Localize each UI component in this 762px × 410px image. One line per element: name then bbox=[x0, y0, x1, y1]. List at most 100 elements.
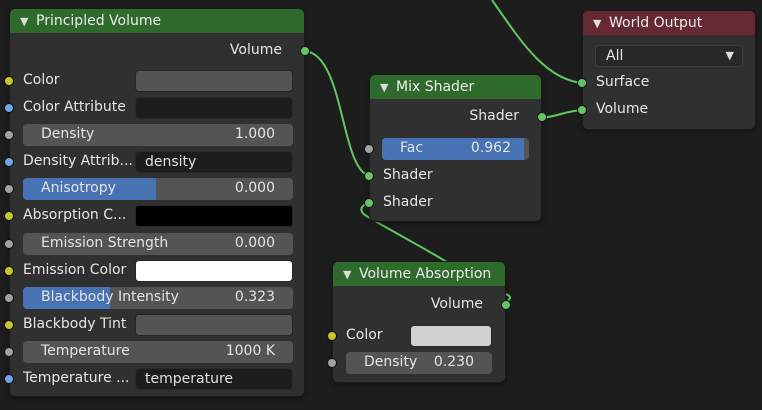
input-shader-1-row: Shader bbox=[364, 165, 541, 187]
blackbody-tint-swatch[interactable] bbox=[135, 314, 293, 336]
emission-color-swatch[interactable] bbox=[135, 260, 293, 282]
color-swatch[interactable] bbox=[135, 70, 293, 92]
output-shader-socket[interactable] bbox=[537, 112, 547, 122]
blackbody-intensity-value: 0.323 bbox=[234, 289, 275, 305]
shader-2-socket[interactable] bbox=[364, 198, 374, 208]
input-color-attribute-row: Color Attribute bbox=[4, 97, 304, 119]
density-socket[interactable] bbox=[327, 358, 337, 368]
blackbody-tint-label: Blackbody Tint bbox=[23, 316, 127, 332]
node-title: Principled Volume bbox=[36, 13, 162, 29]
density-attribute-field[interactable]: density bbox=[135, 151, 293, 173]
principled-volume-node[interactable]: ▼ Principled Volume Volume Color Color A… bbox=[4, 9, 310, 396]
temperature-attribute-socket[interactable] bbox=[4, 374, 14, 384]
shader-2-label: Shader bbox=[383, 194, 433, 210]
output-shader-row: Shader bbox=[370, 106, 547, 128]
fac-slider[interactable]: Fac 0.962 bbox=[382, 138, 529, 160]
density-attribute-label: Density Attrib... bbox=[23, 153, 133, 169]
node-title: World Output bbox=[609, 15, 703, 31]
emission-strength-slider[interactable]: Emission Strength 0.000 bbox=[23, 233, 293, 255]
output-volume-label: Volume bbox=[229, 42, 282, 58]
target-dropdown[interactable]: All ▼ bbox=[595, 45, 743, 67]
mix-shader-header[interactable]: ▼ Mix Shader bbox=[370, 75, 541, 99]
blackbody-tint-socket[interactable] bbox=[4, 320, 14, 330]
world-output-node[interactable]: ▼ World Output All ▼ Surface Volume bbox=[577, 11, 755, 129]
blackbody-intensity-socket[interactable] bbox=[4, 293, 14, 303]
input-color-row: Color bbox=[327, 325, 505, 347]
density-label: Density bbox=[364, 354, 418, 370]
input-density-attribute-row: Density Attrib... density bbox=[4, 151, 304, 173]
input-emission-strength-row: Emission Strength 0.000 bbox=[4, 233, 304, 255]
color-attribute-socket[interactable] bbox=[4, 103, 14, 113]
principled-volume-header[interactable]: ▼ Principled Volume bbox=[10, 9, 304, 33]
input-density-row: Density 1.000 bbox=[4, 124, 304, 146]
output-volume-socket[interactable] bbox=[300, 46, 310, 56]
fac-value: 0.962 bbox=[470, 140, 511, 156]
emission-color-socket[interactable] bbox=[4, 266, 14, 276]
blackbody-intensity-slider[interactable]: Blackbody Intensity 0.323 bbox=[23, 287, 293, 309]
input-blackbody-intensity-row: Blackbody Intensity 0.323 bbox=[4, 287, 304, 309]
collapse-chevron-icon[interactable]: ▼ bbox=[380, 81, 396, 94]
color-attribute-field[interactable] bbox=[135, 97, 293, 119]
temperature-socket[interactable] bbox=[4, 347, 14, 357]
collapse-chevron-icon[interactable]: ▼ bbox=[593, 17, 609, 30]
density-value: 1.000 bbox=[234, 126, 275, 142]
temperature-value: 1000 K bbox=[225, 343, 275, 359]
temperature-attribute-field[interactable]: temperature bbox=[135, 368, 293, 390]
output-shader-label: Shader bbox=[469, 108, 519, 124]
mix-shader-node[interactable]: ▼ Mix Shader Shader Fac 0.962 Shader Sha… bbox=[364, 75, 547, 221]
blackbody-intensity-label: Blackbody Intensity bbox=[41, 289, 179, 305]
density-attribute-socket[interactable] bbox=[4, 157, 14, 167]
input-volume-row: Volume bbox=[577, 99, 755, 121]
fac-socket[interactable] bbox=[364, 144, 374, 154]
output-volume-row: Volume bbox=[10, 40, 310, 62]
temperature-slider[interactable]: Temperature 1000 K bbox=[23, 341, 293, 363]
anisotropy-value: 0.000 bbox=[234, 180, 275, 196]
node-title: Volume Absorption bbox=[359, 266, 492, 282]
density-slider[interactable]: Density 0.230 bbox=[346, 352, 492, 374]
input-fac-row: Fac 0.962 bbox=[364, 138, 541, 160]
link-volume-to-mix-shader bbox=[304, 50, 371, 177]
emission-strength-label: Emission Strength bbox=[41, 235, 169, 251]
volume-absorption-header[interactable]: ▼ Volume Absorption bbox=[333, 262, 505, 286]
color-attribute-label: Color Attribute bbox=[23, 99, 126, 115]
output-volume-label: Volume bbox=[430, 296, 483, 312]
input-emission-color-row: Emission Color bbox=[4, 260, 304, 282]
shader-1-label: Shader bbox=[383, 167, 433, 183]
emission-strength-socket[interactable] bbox=[4, 239, 14, 249]
collapse-chevron-icon[interactable]: ▼ bbox=[343, 268, 359, 281]
shader-1-socket[interactable] bbox=[364, 171, 374, 181]
emission-color-label: Emission Color bbox=[23, 262, 127, 278]
volume-label: Volume bbox=[596, 101, 649, 117]
surface-label: Surface bbox=[596, 74, 650, 90]
density-socket[interactable] bbox=[4, 130, 14, 140]
anisotropy-socket[interactable] bbox=[4, 184, 14, 194]
input-shader-2-row: Shader bbox=[364, 192, 541, 214]
input-temperature-row: Temperature 1000 K bbox=[4, 341, 304, 363]
link-surface-input bbox=[491, 0, 584, 84]
color-label: Color bbox=[23, 72, 60, 88]
absorption-color-swatch[interactable] bbox=[135, 205, 293, 227]
input-absorption-color-row: Absorption C... bbox=[4, 205, 304, 227]
volume-socket[interactable] bbox=[577, 105, 587, 115]
input-density-row: Density 0.230 bbox=[327, 352, 505, 374]
input-color-row: Color bbox=[4, 70, 304, 92]
surface-socket[interactable] bbox=[577, 78, 587, 88]
world-output-header[interactable]: ▼ World Output bbox=[583, 11, 755, 35]
input-blackbody-tint-row: Blackbody Tint bbox=[4, 314, 304, 336]
color-socket[interactable] bbox=[4, 76, 14, 86]
output-volume-row: Volume bbox=[333, 294, 511, 316]
input-temperature-attribute-row: Temperature ... temperature bbox=[4, 368, 304, 390]
density-value: 0.230 bbox=[433, 354, 474, 370]
volume-absorption-node[interactable]: ▼ Volume Absorption Volume Color Density… bbox=[327, 262, 511, 382]
color-swatch[interactable] bbox=[410, 325, 492, 347]
collapse-chevron-icon[interactable]: ▼ bbox=[20, 15, 36, 28]
input-surface-row: Surface bbox=[577, 72, 755, 94]
node-title: Mix Shader bbox=[396, 79, 475, 95]
density-label: Density bbox=[41, 126, 95, 142]
color-socket[interactable] bbox=[327, 331, 337, 341]
absorption-color-socket[interactable] bbox=[4, 211, 14, 221]
output-volume-socket[interactable] bbox=[501, 300, 511, 310]
color-label: Color bbox=[346, 327, 383, 343]
density-slider[interactable]: Density 1.000 bbox=[23, 124, 293, 146]
anisotropy-slider[interactable]: Anisotropy 0.000 bbox=[23, 178, 293, 200]
